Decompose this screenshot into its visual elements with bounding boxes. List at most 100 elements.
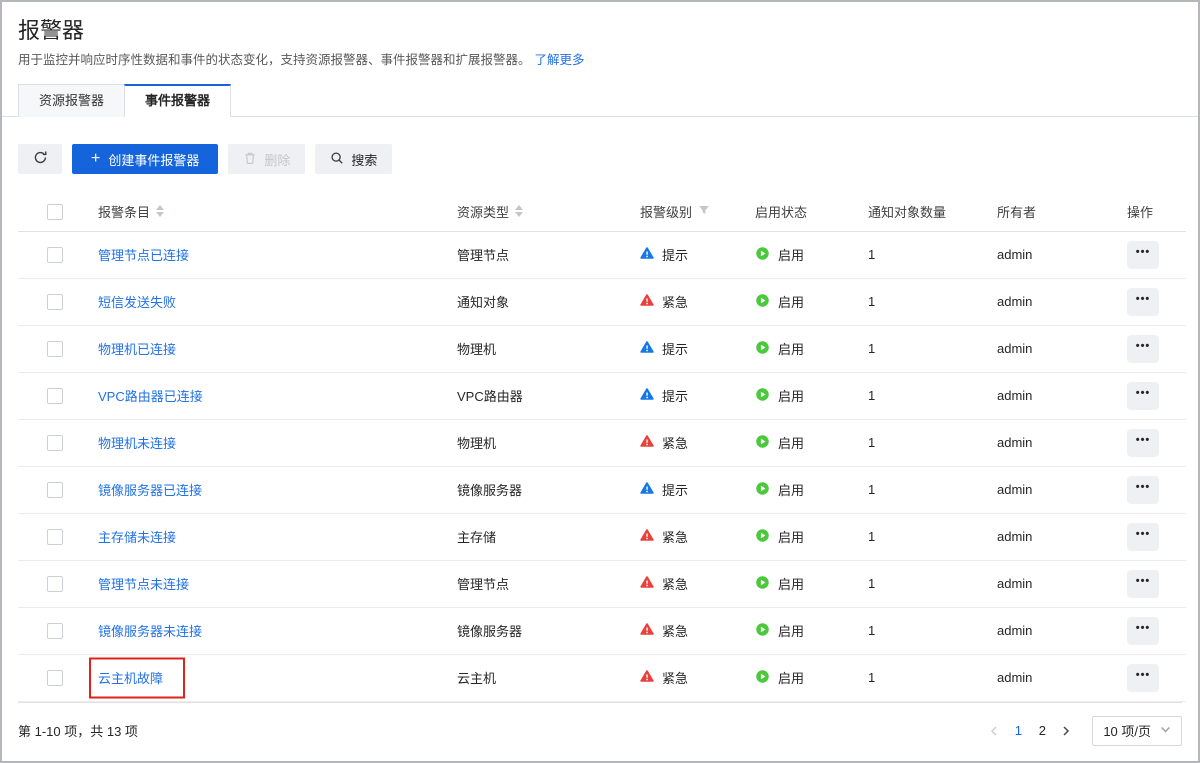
- page-title: 报警器: [18, 16, 1182, 46]
- row-checkbox[interactable]: [47, 576, 63, 592]
- alarm-name-link[interactable]: 云主机故障: [98, 671, 163, 686]
- row-checkbox[interactable]: [47, 482, 63, 498]
- table-row: 镜像服务器未连接 镜像服务器 紧急 启用 1 admin •••: [18, 607, 1186, 654]
- prev-page-button[interactable]: [984, 726, 1004, 736]
- alarm-name-link[interactable]: VPC路由器已连接: [98, 389, 203, 404]
- search-button[interactable]: 搜索: [315, 144, 392, 174]
- level-text: 提示: [662, 480, 688, 499]
- alarm-name-link[interactable]: 主存储未连接: [98, 530, 176, 545]
- page-subtitle: 用于监控并响应时序性数据和事件的状态变化，支持资源报警器、事件报警器和扩展报警器…: [18, 53, 531, 67]
- plus-icon: +: [91, 151, 100, 167]
- table-row: 管理节点已连接 管理节点 提示 启用 1 admin •••: [18, 231, 1186, 278]
- level-triangle-icon: [640, 293, 654, 310]
- owner-text: admin: [997, 247, 1032, 262]
- level-triangle-icon: [640, 622, 654, 639]
- sort-icon[interactable]: [156, 205, 164, 217]
- sort-icon[interactable]: [515, 205, 523, 217]
- alarm-name-link[interactable]: 物理机已连接: [98, 342, 176, 357]
- tab-resource-alarms[interactable]: 资源报警器: [18, 84, 124, 117]
- notify-count-text: 1: [868, 576, 875, 591]
- level-text: 提示: [662, 386, 688, 405]
- search-icon: [330, 151, 344, 168]
- row-actions-button[interactable]: •••: [1127, 241, 1159, 269]
- page-size-select[interactable]: 10 项/页: [1092, 716, 1182, 746]
- create-event-alarm-button[interactable]: + 创建事件报警器: [72, 144, 218, 174]
- notify-count-text: 1: [868, 435, 875, 450]
- owner-text: admin: [997, 435, 1032, 450]
- page-2-button[interactable]: 2: [1032, 723, 1052, 738]
- status-enabled-icon: [755, 387, 770, 405]
- level-triangle-icon: [640, 387, 654, 404]
- table-header-row: 报警条目 资源类型 报警级别 启用状态 通知对象数量 所有者 操作: [18, 192, 1186, 231]
- table-row: VPC路由器已连接 VPC路由器 提示 启用 1 admin •••: [18, 372, 1186, 419]
- row-checkbox[interactable]: [47, 529, 63, 545]
- notify-count-text: 1: [868, 623, 875, 638]
- notify-count-text: 1: [868, 388, 875, 403]
- alarm-name-link[interactable]: 镜像服务器已连接: [98, 483, 202, 498]
- delete-button[interactable]: 删除: [228, 144, 305, 174]
- row-actions-button[interactable]: •••: [1127, 476, 1159, 504]
- status-text: 启用: [778, 527, 804, 546]
- resource-type-text: 物理机: [457, 342, 496, 357]
- level-text: 提示: [662, 339, 688, 358]
- table-row: 短信发送失败 通知对象 紧急 启用 1 admin •••: [18, 278, 1186, 325]
- column-owner: 所有者: [981, 192, 1111, 231]
- row-actions-button[interactable]: •••: [1127, 382, 1159, 410]
- alarm-page: 报警器 用于监控并响应时序性数据和事件的状态变化，支持资源报警器、事件报警器和扩…: [0, 0, 1200, 763]
- level-triangle-icon: [640, 340, 654, 357]
- table-row: 管理节点未连接 管理节点 紧急 启用 1 admin •••: [18, 560, 1186, 607]
- status-text: 启用: [778, 480, 804, 499]
- notify-count-text: 1: [868, 670, 875, 685]
- status-enabled-icon: [755, 434, 770, 452]
- learn-more-link[interactable]: 了解更多: [535, 53, 585, 67]
- row-actions-button[interactable]: •••: [1127, 617, 1159, 645]
- row-checkbox[interactable]: [47, 247, 63, 263]
- alarm-name-link[interactable]: 物理机未连接: [98, 436, 176, 451]
- status-enabled-icon: [755, 669, 770, 687]
- status-text: 启用: [778, 386, 804, 405]
- resource-type-text: 管理节点: [457, 248, 509, 263]
- alarm-name-link[interactable]: 短信发送失败: [98, 295, 176, 310]
- resource-type-text: 镜像服务器: [457, 483, 522, 498]
- row-checkbox[interactable]: [47, 294, 63, 310]
- status-text: 启用: [778, 621, 804, 640]
- row-checkbox[interactable]: [47, 623, 63, 639]
- page-1-button[interactable]: 1: [1008, 723, 1028, 738]
- row-actions-button[interactable]: •••: [1127, 288, 1159, 316]
- alarm-name-link[interactable]: 管理节点已连接: [98, 248, 189, 263]
- status-enabled-icon: [755, 246, 770, 264]
- status-enabled-icon: [755, 293, 770, 311]
- filter-icon[interactable]: [698, 204, 710, 219]
- row-checkbox[interactable]: [47, 670, 63, 686]
- row-actions-button[interactable]: •••: [1127, 335, 1159, 363]
- pagination: 1 2 10 项/页: [984, 716, 1182, 746]
- alarm-name-link[interactable]: 镜像服务器未连接: [98, 624, 202, 639]
- pagination-summary: 第 1-10 项，共 13 项: [18, 721, 138, 740]
- row-actions-button[interactable]: •••: [1127, 523, 1159, 551]
- tab-event-alarms[interactable]: 事件报警器: [124, 84, 231, 117]
- row-checkbox[interactable]: [47, 435, 63, 451]
- row-checkbox[interactable]: [47, 388, 63, 404]
- row-actions-button[interactable]: •••: [1127, 429, 1159, 457]
- row-checkbox[interactable]: [47, 341, 63, 357]
- table-row: 物理机未连接 物理机 紧急 启用 1 admin •••: [18, 419, 1186, 466]
- column-resource-type: 资源类型: [457, 202, 509, 221]
- select-all-checkbox[interactable]: [47, 204, 63, 220]
- row-actions-button[interactable]: •••: [1127, 664, 1159, 692]
- status-text: 启用: [778, 292, 804, 311]
- table-row: 物理机已连接 物理机 提示 启用 1 admin •••: [18, 325, 1186, 372]
- search-label: 搜索: [351, 150, 377, 169]
- page-size-value: 10 项/页: [1103, 721, 1151, 740]
- row-actions-button[interactable]: •••: [1127, 570, 1159, 598]
- resource-type-text: 主存储: [457, 530, 496, 545]
- table-row: 云主机故障 云主机 紧急 启用 1 admin •••: [18, 654, 1186, 701]
- alarm-name-link[interactable]: 管理节点未连接: [98, 577, 189, 592]
- notify-count-text: 1: [868, 482, 875, 497]
- next-page-button[interactable]: [1056, 726, 1076, 736]
- resource-type-text: 管理节点: [457, 577, 509, 592]
- refresh-button[interactable]: [18, 144, 62, 174]
- level-triangle-icon: [640, 481, 654, 498]
- owner-text: admin: [997, 576, 1032, 591]
- refresh-icon: [33, 150, 48, 168]
- status-enabled-icon: [755, 575, 770, 593]
